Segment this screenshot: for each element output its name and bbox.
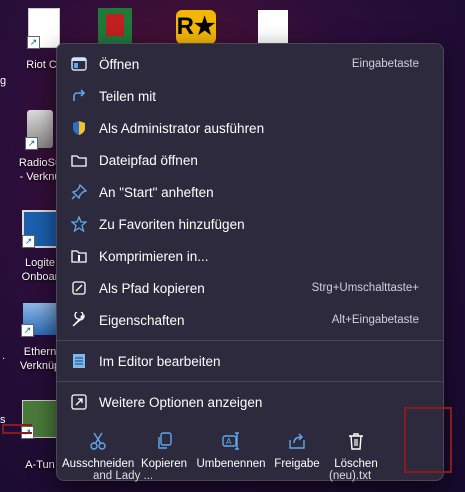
svg-text:A: A — [226, 437, 232, 446]
file-icon: ↗ — [27, 8, 60, 49]
pin-icon — [69, 182, 89, 202]
copy-icon — [128, 430, 200, 452]
shield-icon — [69, 118, 89, 138]
shortcut-arrow-icon: ↗ — [25, 137, 38, 150]
open-icon — [69, 54, 89, 74]
network-icon: ↗ — [21, 303, 57, 337]
menu-item-share-with[interactable]: Teilen mit — [61, 81, 439, 111]
desktop-icon-game[interactable] — [98, 8, 132, 44]
desktop-edge-char: . — [2, 350, 6, 362]
scissors-icon — [62, 430, 134, 452]
delete-button[interactable]: Löschen — [320, 430, 392, 470]
folder-icon — [69, 150, 89, 170]
more-options-icon — [69, 392, 89, 412]
speaker-icon: ↗ — [25, 110, 53, 150]
star-icon — [69, 214, 89, 234]
menu-item-copy-as-path[interactable]: Als Pfad kopieren Strg+Umschalttaste+ — [61, 273, 439, 303]
menu-item-show-more-options[interactable]: Weitere Optionen anzeigen — [61, 387, 439, 417]
menu-item-pin-to-start[interactable]: An "Start" anheften — [61, 177, 439, 207]
highlight-box — [404, 407, 452, 473]
menu-item-compress-to[interactable]: Komprimieren in... — [61, 241, 439, 271]
rename-button[interactable]: A Umbenennen — [195, 430, 267, 470]
rename-icon: A — [195, 430, 267, 452]
copy-button[interactable]: Kopieren — [128, 430, 200, 470]
share-icon — [69, 86, 89, 106]
menu-item-edit-in-notepad[interactable]: Im Editor bearbeiten — [61, 346, 439, 376]
game-logo-icon — [106, 14, 124, 36]
monitor-icon: ↗ — [22, 210, 58, 248]
menu-item-open[interactable]: Öffnen Eingabetaste — [61, 49, 439, 79]
rockstar-logo-icon: R★ — [176, 13, 216, 40]
desktop-icon-rockstar[interactable]: R★ — [176, 10, 216, 44]
wrench-icon — [69, 310, 89, 330]
menu-separator — [57, 381, 443, 382]
menu-bottom-bar: Ausschneiden Kopieren A Umbenennen Freig… — [57, 424, 443, 482]
desktop-icon-file[interactable] — [258, 10, 288, 44]
menu-separator — [57, 340, 443, 341]
notepad-icon — [69, 351, 89, 371]
menu-item-run-as-admin[interactable]: Als Administrator ausführen — [61, 113, 439, 143]
shortcut-arrow-icon: ↗ — [22, 235, 35, 248]
drag-arrow-indicator — [2, 424, 32, 434]
shortcut-arrow-icon: ↗ — [21, 324, 34, 337]
zip-icon — [69, 246, 89, 266]
menu-item-open-file-location[interactable]: Dateipfad öffnen — [61, 145, 439, 175]
cut-button[interactable]: Ausschneiden — [62, 430, 134, 470]
underlap-label-1: and Lady ... — [93, 470, 154, 482]
shortcut-arrow-icon: ↗ — [27, 36, 40, 49]
context-menu: Öffnen Eingabetaste Teilen mit Als Admin… — [56, 43, 444, 482]
copy-path-icon — [69, 278, 89, 298]
underlap-label-2: (neu).txt — [329, 470, 372, 482]
desktop-edge-char: g — [0, 75, 7, 87]
menu-item-properties[interactable]: Eigenschaften Alt+Eingabetaste — [61, 305, 439, 335]
menu-item-add-to-favorites[interactable]: Zu Favoriten hinzufügen — [61, 209, 439, 239]
trash-icon — [320, 430, 392, 452]
